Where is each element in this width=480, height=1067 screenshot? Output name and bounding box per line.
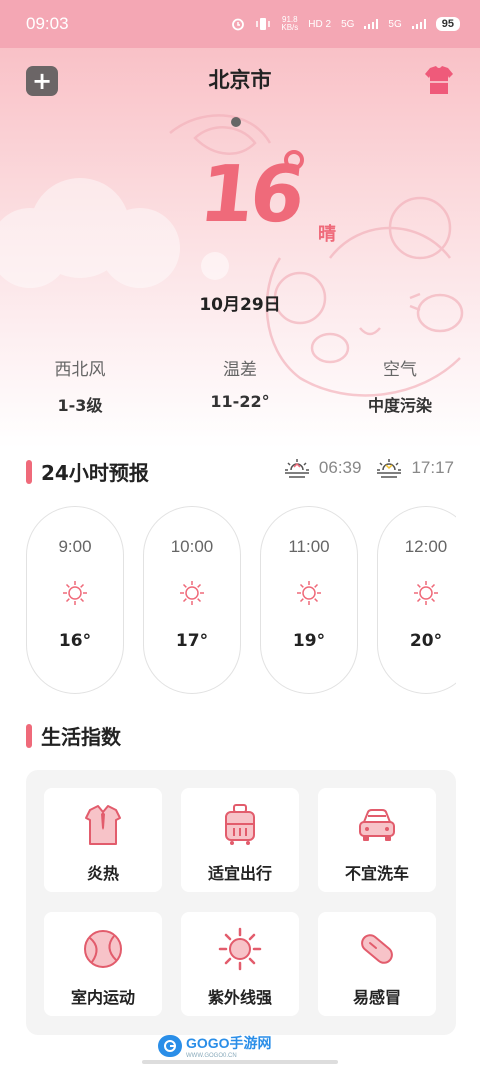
location-dot-icon [231,117,241,127]
life-item-uv[interactable]: 紫外线强 [181,912,299,1016]
hour-time: 11:00 [288,537,330,556]
stat-value: 1-3级 [57,396,103,415]
life-label: 适宜出行 [207,864,272,883]
home-indicator[interactable] [142,1060,338,1064]
weather-condition: 晴 [318,224,336,245]
life-title: 生活指数 [41,725,121,749]
section-accent-bar [26,723,32,748]
hour-card[interactable]: 9:00 16° [26,506,124,694]
uv-sun-icon [218,927,262,971]
forecast-section-title: 24小时预报 [26,457,149,486]
watermark: GOGO手游网 WWW.GOGO0.CN [158,1033,272,1059]
hour-temp: 19° [292,631,326,651]
stat-air: 空气 中度污染 [330,355,470,416]
vibrate-icon [256,18,271,30]
hour-time: 9:00 [58,537,92,556]
ball-icon [84,930,122,968]
car-icon [359,809,395,841]
hd-badge: HD 2 [308,18,332,30]
section-accent-bar [26,459,32,484]
hour-time: 10:00 [170,537,214,556]
battery-indicator: 95 [435,17,460,31]
sunrise: 06:39 [283,456,362,480]
gogo-logo-icon [158,1035,182,1057]
life-label: 不宜洗车 [344,864,409,883]
sun-icon [297,581,321,605]
sunset-icon [377,459,402,478]
watermark-sub: WWW.GOGO0.CN [186,1053,237,1059]
sunset-time: 17:17 [411,458,454,477]
signal-5g-2: 5G [388,18,402,30]
pill-icon [361,934,393,964]
sunset: 17:17 [375,456,454,480]
network-speed: 91.8 KB/s [281,15,299,32]
status-bar: 09:03 91.8 KB/s HD 2 5G 5G 95 [0,0,480,48]
theme-shirt-icon[interactable] [424,64,454,96]
stat-value: 11-22° [210,392,270,411]
life-item-carwash[interactable]: 不宜洗车 [318,788,436,892]
signal-5g-1: 5G [341,18,355,30]
sunrise-time: 06:39 [318,458,362,477]
hour-temp: 16° [58,631,92,651]
stat-temp-range: 温差 11-22° [170,355,310,411]
watermark-text-group: GOGO手游网 WWW.GOGO0.CN [186,1033,272,1059]
life-label: 炎热 [86,864,119,883]
life-item-cold[interactable]: 易感冒 [318,912,436,1016]
hour-card[interactable]: 11:00 19° [260,506,358,694]
hour-card[interactable]: 10:00 17° [143,506,241,694]
life-item-sport[interactable]: 室内运动 [44,912,162,1016]
signal-bars-icon [364,19,379,29]
status-icons: 91.8 KB/s HD 2 5G 5G 95 [231,16,460,32]
life-label: 易感冒 [352,988,401,1007]
life-label: 室内运动 [70,988,135,1007]
hour-temp: 20° [409,631,443,651]
life-label: 紫外线强 [207,988,272,1007]
forecast-title: 24小时预报 [41,461,149,485]
status-time: 09:03 [26,14,69,33]
hour-time: 12:00 [404,537,448,556]
luggage-icon [225,804,255,845]
shirt-icon [85,805,121,845]
stat-label: 西北风 [54,360,106,379]
alarm-icon [232,18,245,31]
life-index-panel: 炎热 适宜出行 不宜洗车 室内运动 紫外线强 易感冒 [26,770,456,1035]
life-item-hot[interactable]: 炎热 [44,788,162,892]
stat-label: 空气 [383,360,417,379]
sun-icon [414,581,438,605]
hourly-forecast-list[interactable]: 9:00 16° 10:00 17° 11:00 19° 12:00 20° [26,506,456,696]
life-section-title: 生活指数 [26,721,121,750]
current-temperature: 16 [195,150,306,240]
current-date: 10月29日 [199,295,281,315]
sun-times: 06:39 17:17 [283,456,454,480]
stat-value: 中度污染 [367,396,432,415]
life-item-travel[interactable]: 适宜出行 [181,788,299,892]
degree-symbol [284,150,304,170]
sun-icon [180,581,204,605]
sun-icon [63,581,87,605]
watermark-text: GOGO手游网 [186,1035,272,1051]
weather-stats: 西北风 1-3级 温差 11-22° 空气 中度污染 [0,355,480,415]
sunrise-icon [284,459,309,478]
stat-wind: 西北风 1-3级 [10,355,150,416]
city-title: 北京市 [208,68,272,92]
signal-bars-icon-2 [411,19,426,29]
hour-card[interactable]: 12:00 20° [377,506,456,694]
hour-temp: 17° [175,631,209,651]
stat-label: 温差 [223,360,257,379]
